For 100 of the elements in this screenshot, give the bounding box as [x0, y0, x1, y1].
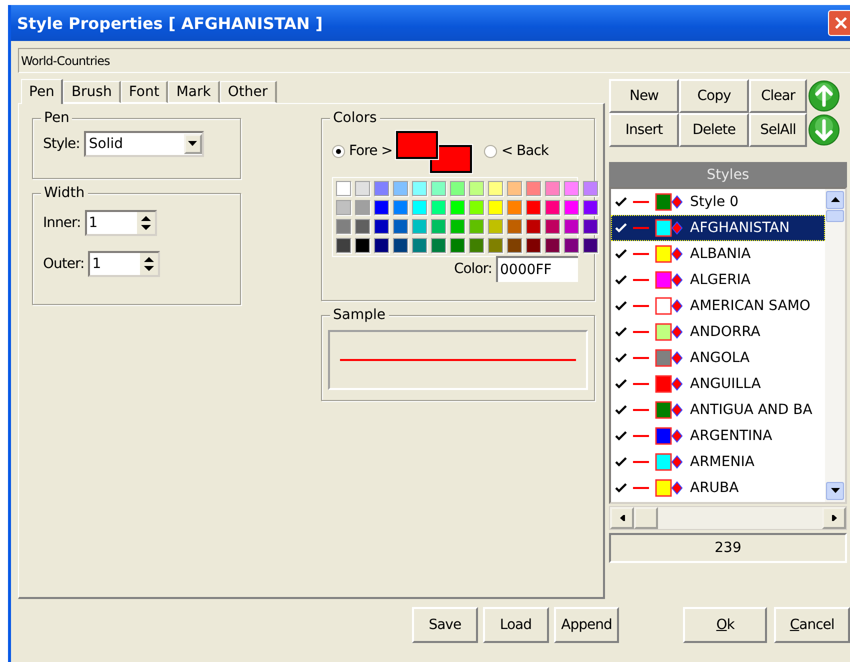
- palette-color[interactable]: [355, 200, 370, 215]
- palette-color[interactable]: [431, 238, 446, 253]
- palette-color[interactable]: [374, 181, 389, 196]
- tab[interactable]: Mark: [168, 81, 220, 103]
- palette-color[interactable]: [488, 200, 503, 215]
- palette-color[interactable]: [393, 219, 408, 234]
- palette-color[interactable]: [526, 238, 541, 253]
- palette-color[interactable]: [507, 200, 522, 215]
- palette-color[interactable]: [450, 219, 465, 234]
- scroll-up-button[interactable]: [826, 191, 844, 209]
- scroll-thumb[interactable]: [826, 210, 844, 222]
- style-item[interactable]: ALBANIA: [611, 241, 825, 267]
- list-button[interactable]: Copy: [679, 79, 749, 113]
- palette-color[interactable]: [564, 181, 579, 196]
- palette-color[interactable]: [469, 181, 484, 196]
- palette-color[interactable]: [564, 200, 579, 215]
- radio-button[interactable]: [484, 144, 498, 158]
- palette-color[interactable]: [583, 219, 598, 234]
- style-item[interactable]: ARGENTINA: [611, 423, 825, 449]
- dialog-button[interactable]: Ok: [683, 607, 768, 643]
- move-down-icon[interactable]: [808, 114, 840, 146]
- palette-color[interactable]: [526, 219, 541, 234]
- palette-color[interactable]: [450, 238, 465, 253]
- style-item[interactable]: ALGERIA: [611, 267, 825, 293]
- palette-color[interactable]: [336, 238, 351, 253]
- style-item[interactable]: Style 0: [611, 189, 825, 215]
- style-item[interactable]: ANTIGUA AND BA: [611, 397, 825, 423]
- palette-color[interactable]: [564, 219, 579, 234]
- list-button[interactable]: New: [609, 79, 679, 113]
- palette-color[interactable]: [431, 200, 446, 215]
- palette-color[interactable]: [507, 219, 522, 234]
- palette-color[interactable]: [336, 181, 351, 196]
- palette-color[interactable]: [336, 219, 351, 234]
- palette-color[interactable]: [488, 181, 503, 196]
- close-button[interactable]: [828, 10, 850, 36]
- tab[interactable]: Font: [120, 81, 168, 103]
- color-hex-field[interactable]: 0000FF: [496, 256, 578, 282]
- scroll-right-button[interactable]: [822, 507, 846, 529]
- scroll-left-button[interactable]: [610, 507, 634, 529]
- style-dropdown[interactable]: Solid: [84, 131, 204, 157]
- palette-color[interactable]: [393, 181, 408, 196]
- fore-color-swatch[interactable]: [396, 131, 438, 159]
- palette-color[interactable]: [469, 200, 484, 215]
- palette-color[interactable]: [545, 200, 560, 215]
- list-button[interactable]: SelAll: [749, 113, 807, 147]
- style-item[interactable]: ARMENIA: [611, 449, 825, 475]
- spin-field[interactable]: 1: [88, 251, 160, 277]
- list-button[interactable]: Delete: [679, 113, 749, 147]
- palette-color[interactable]: [355, 238, 370, 253]
- palette-color[interactable]: [336, 200, 351, 215]
- palette-color[interactable]: [507, 181, 522, 196]
- palette-color[interactable]: [526, 181, 541, 196]
- palette-color[interactable]: [545, 219, 560, 234]
- palette-color[interactable]: [583, 238, 598, 253]
- palette-color[interactable]: [583, 200, 598, 215]
- palette-color[interactable]: [545, 238, 560, 253]
- tab[interactable]: Other: [220, 81, 277, 103]
- palette-color[interactable]: [469, 238, 484, 253]
- palette-color[interactable]: [488, 219, 503, 234]
- palette-color[interactable]: [450, 200, 465, 215]
- palette-color[interactable]: [526, 200, 541, 215]
- palette-color[interactable]: [469, 219, 484, 234]
- palette-color[interactable]: [412, 181, 427, 196]
- palette-color[interactable]: [545, 181, 560, 196]
- file-button[interactable]: Append: [554, 607, 620, 643]
- palette-color[interactable]: [564, 238, 579, 253]
- palette-color[interactable]: [507, 238, 522, 253]
- move-up-icon[interactable]: [808, 80, 840, 112]
- style-item[interactable]: ANGOLA: [611, 345, 825, 371]
- palette-color[interactable]: [412, 200, 427, 215]
- tab[interactable]: Brush: [63, 81, 121, 103]
- tab[interactable]: Pen: [21, 79, 64, 104]
- horizontal-scrollbar[interactable]: [609, 506, 847, 530]
- style-item[interactable]: ANGUILLA: [611, 371, 825, 397]
- scroll-down-button[interactable]: [826, 482, 844, 500]
- palette-color[interactable]: [355, 219, 370, 234]
- spin-field[interactable]: 1: [84, 210, 157, 236]
- dialog-button[interactable]: Cancel: [774, 607, 850, 643]
- palette-color[interactable]: [393, 238, 408, 253]
- file-button[interactable]: Load: [482, 607, 549, 643]
- palette-color[interactable]: [412, 219, 427, 234]
- style-item[interactable]: ARUBA: [611, 475, 825, 501]
- palette-color[interactable]: [431, 181, 446, 196]
- palette-color[interactable]: [450, 181, 465, 196]
- style-item[interactable]: ANDORRA: [611, 319, 825, 345]
- palette-color[interactable]: [374, 219, 389, 234]
- palette-color[interactable]: [374, 200, 389, 215]
- radio-button[interactable]: [332, 144, 345, 158]
- palette-color[interactable]: [583, 181, 598, 196]
- list-button[interactable]: Clear: [749, 79, 807, 113]
- file-button[interactable]: Save: [412, 607, 478, 643]
- palette-color[interactable]: [374, 238, 389, 253]
- style-item[interactable]: AMERICAN SAMO: [611, 293, 825, 319]
- palette-color[interactable]: [393, 200, 408, 215]
- style-item[interactable]: AFGHANISTAN: [611, 215, 825, 241]
- list-button[interactable]: Insert: [609, 113, 679, 147]
- palette-color[interactable]: [412, 238, 427, 253]
- palette-color[interactable]: [355, 181, 370, 196]
- palette-color[interactable]: [488, 238, 503, 253]
- palette-color[interactable]: [431, 219, 446, 234]
